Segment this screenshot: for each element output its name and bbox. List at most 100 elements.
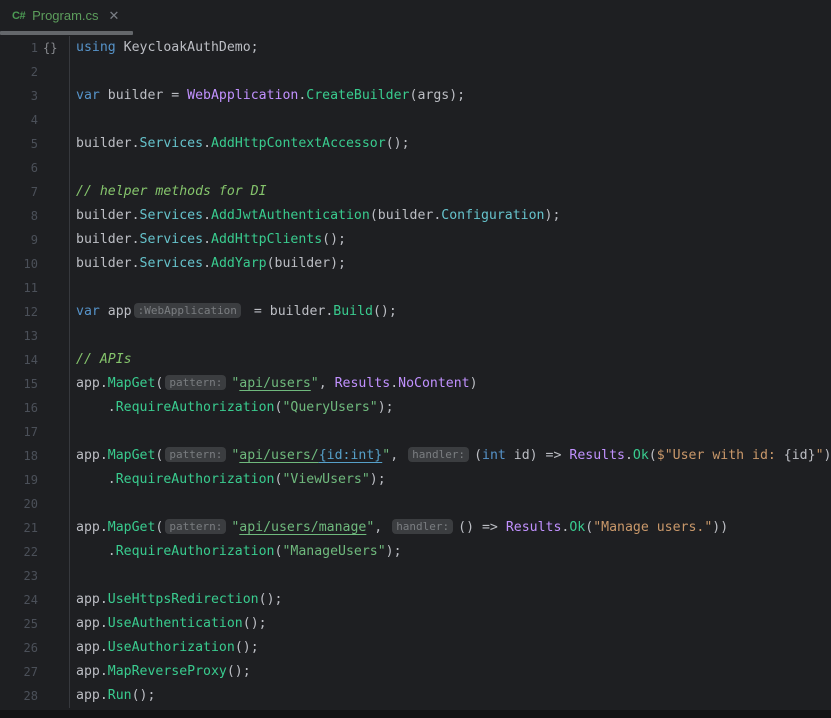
line-number[interactable]: 2 — [0, 60, 38, 84]
line-number[interactable]: 12 — [0, 300, 38, 324]
line-number[interactable]: 28 — [0, 684, 38, 708]
code-line[interactable]: 16 .RequireAuthorization("QueryUsers"); — [0, 396, 831, 420]
code-text: using KeycloakAuthDemo; — [69, 36, 831, 60]
code-token: ( — [474, 448, 482, 463]
code-line[interactable]: 9builder.Services.AddHttpClients(); — [0, 228, 831, 252]
line-number[interactable]: 20 — [0, 492, 38, 516]
code-token: builder. — [76, 136, 140, 151]
code-line[interactable]: 3var builder = WebApplication.CreateBuil… — [0, 84, 831, 108]
line-number[interactable]: 6 — [0, 156, 38, 180]
line-number[interactable]: 9 — [0, 228, 38, 252]
gutter-spacer — [38, 156, 69, 180]
line-number[interactable]: 13 — [0, 324, 38, 348]
code-token: CreateBuilder — [306, 88, 409, 103]
tab-title: Program.cs — [32, 8, 98, 23]
code-token: Services — [140, 232, 204, 247]
gutter-spacer — [38, 60, 69, 84]
code-token: Run — [108, 688, 132, 703]
code-text: var app:WebApplication = builder.Build()… — [69, 300, 831, 324]
line-number[interactable]: 27 — [0, 660, 38, 684]
code-line[interactable]: 10 builder.Services.AddYarp(builder); — [0, 252, 831, 276]
code-line[interactable]: 2 — [0, 60, 831, 84]
code-token: using — [76, 40, 116, 55]
code-line[interactable]: 4 — [0, 108, 831, 132]
code-token: AddHttpClients — [211, 232, 322, 247]
tab-program-cs[interactable]: C# Program.cs ✕ — [0, 0, 129, 31]
code-line[interactable]: 1{}using KeycloakAuthDemo; — [0, 36, 831, 60]
line-number[interactable]: 21 — [0, 516, 38, 540]
code-token: . — [625, 448, 633, 463]
line-number[interactable]: 17 — [0, 420, 38, 444]
line-number[interactable]: 1 — [0, 36, 38, 60]
code-token: "QueryUsers" — [282, 400, 377, 415]
code-line[interactable]: 25app.UseAuthentication(); — [0, 612, 831, 636]
line-number[interactable]: 14 — [0, 348, 38, 372]
code-line[interactable]: 24app.UseHttpsRedirection(); — [0, 588, 831, 612]
line-number[interactable]: 16 — [0, 396, 38, 420]
code-token: KeycloakAuthDemo; — [116, 40, 259, 55]
code-token: (builder. — [370, 208, 441, 223]
code-line[interactable]: 12 var app:WebApplication = builder.Build… — [0, 300, 831, 324]
code-token: ( — [155, 520, 163, 535]
code-line[interactable]: 23 — [0, 564, 831, 588]
code-text — [69, 420, 831, 444]
code-text: .RequireAuthorization("ViewUsers"); — [69, 468, 831, 492]
line-number[interactable]: 19 — [0, 468, 38, 492]
code-token: MapGet — [108, 520, 156, 535]
code-line[interactable]: 14// APIs — [0, 348, 831, 372]
code-token: Results — [569, 448, 625, 463]
line-number[interactable]: 15 — [0, 372, 38, 396]
code-line[interactable]: 19 .RequireAuthorization("ViewUsers"); — [0, 468, 831, 492]
editor-tab-bar: C# Program.cs ✕ — [0, 0, 831, 31]
code-line[interactable]: 22 .RequireAuthorization("ManageUsers"); — [0, 540, 831, 564]
gutter-spacer — [38, 228, 69, 252]
line-number[interactable]: 4 — [0, 108, 38, 132]
line-number[interactable]: 18 — [0, 444, 38, 468]
line-number[interactable]: 25 — [0, 612, 38, 636]
code-token: , — [390, 448, 406, 463]
code-area[interactable]: 1{}using KeycloakAuthDemo;23var builder … — [0, 36, 831, 708]
bottom-panel-edge — [0, 710, 831, 718]
code-token: NoContent — [398, 376, 469, 391]
code-line[interactable]: 17 — [0, 420, 831, 444]
code-text: builder.Services.AddYarp(builder); — [69, 252, 831, 276]
code-token: UseHttpsRedirection — [108, 592, 259, 607]
code-line[interactable]: 26app.UseAuthorization(); — [0, 636, 831, 660]
code-line[interactable]: 27app.MapReverseProxy(); — [0, 660, 831, 684]
line-number[interactable]: 26 — [0, 636, 38, 660]
code-line[interactable]: 6 — [0, 156, 831, 180]
code-line[interactable]: 5builder.Services.AddHttpContextAccessor… — [0, 132, 831, 156]
code-token: (); — [386, 136, 410, 151]
code-line[interactable]: 13 — [0, 324, 831, 348]
code-token: () => — [458, 520, 506, 535]
line-number[interactable]: 3 — [0, 84, 38, 108]
code-token: RequireAuthorization — [116, 472, 275, 487]
code-structure-icon[interactable]: {} — [38, 36, 69, 60]
line-number[interactable]: 10 — [0, 252, 38, 276]
code-line[interactable]: 11 — [0, 276, 831, 300]
gutter-spacer — [38, 372, 69, 396]
code-token: app. — [76, 640, 108, 655]
code-editor[interactable]: 1{}using KeycloakAuthDemo;23var builder … — [0, 35, 831, 710]
code-text: app.MapGet(pattern:"api/users", Results.… — [69, 372, 831, 396]
line-number[interactable]: 22 — [0, 540, 38, 564]
code-line[interactable]: 28app.Run(); — [0, 684, 831, 708]
code-line[interactable]: 18app.MapGet(pattern:"api/users/{id:int}… — [0, 444, 831, 468]
line-number[interactable]: 5 — [0, 132, 38, 156]
close-icon[interactable]: ✕ — [109, 8, 120, 24]
code-line[interactable]: 8builder.Services.AddJwtAuthentication(b… — [0, 204, 831, 228]
line-number[interactable]: 8 — [0, 204, 38, 228]
inlay-hint: :WebApplication — [134, 303, 241, 318]
code-line[interactable]: 20 — [0, 492, 831, 516]
code-line[interactable]: 15 app.MapGet(pattern:"api/users", Result… — [0, 372, 831, 396]
code-line[interactable]: 21app.MapGet(pattern:"api/users/manage",… — [0, 516, 831, 540]
code-line[interactable]: 7// helper methods for DI — [0, 180, 831, 204]
line-number[interactable]: 24 — [0, 588, 38, 612]
code-token: api/users/ — [239, 448, 318, 463]
line-number[interactable]: 11 — [0, 276, 38, 300]
code-token: (); — [243, 616, 267, 631]
line-number[interactable]: 7 — [0, 180, 38, 204]
code-text — [69, 324, 831, 348]
line-number[interactable]: 23 — [0, 564, 38, 588]
code-token: app. — [76, 688, 108, 703]
